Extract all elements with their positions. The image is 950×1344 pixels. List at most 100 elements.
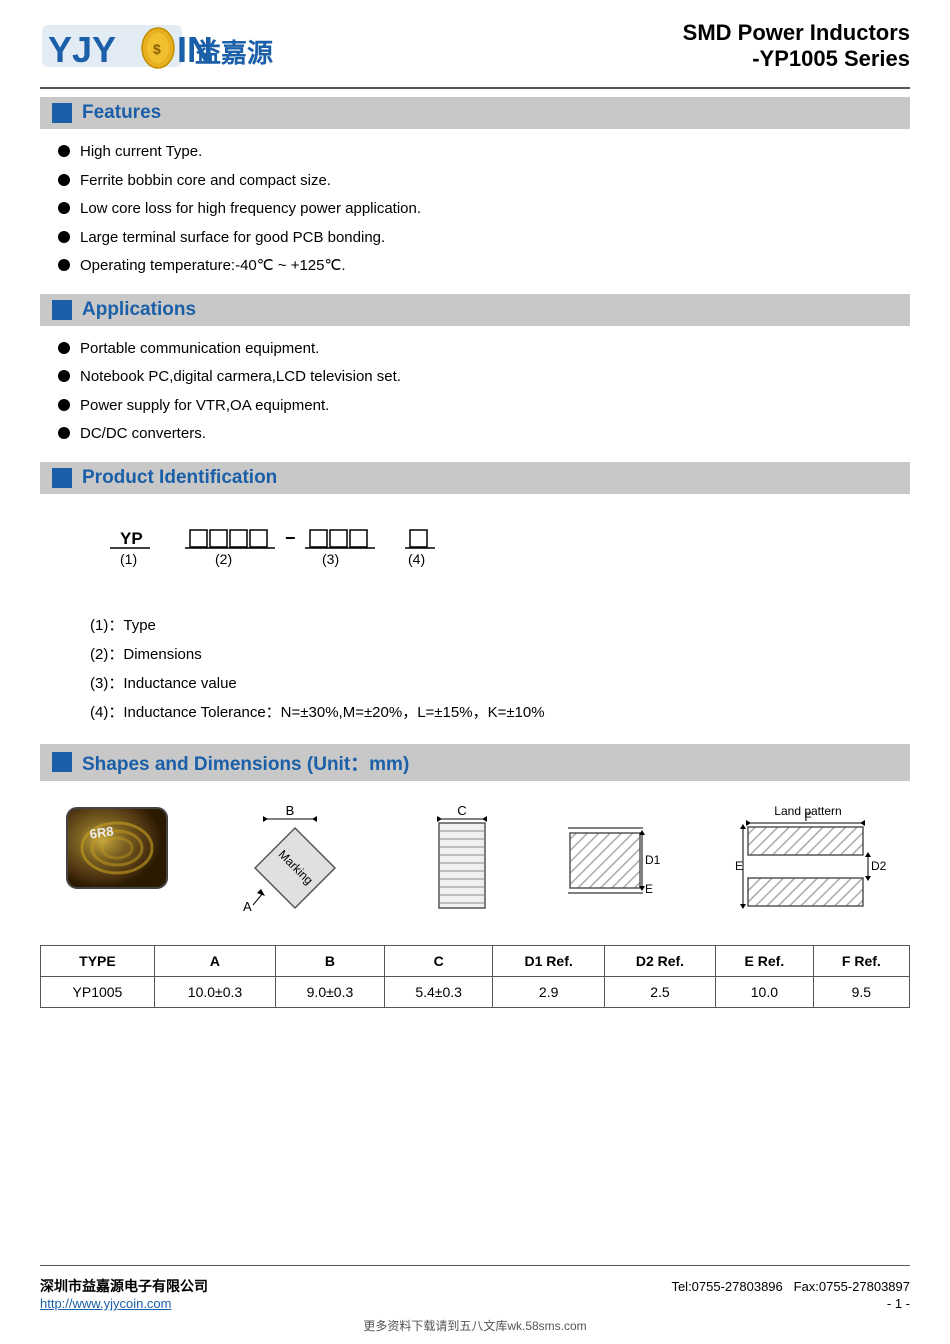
bullet-dot <box>58 427 70 439</box>
applications-title: Applications <box>82 299 196 321</box>
diagrams-row: 6R8 B Marking A <box>40 803 910 927</box>
website-link[interactable]: http://www.yjycoin.com <box>40 1296 208 1311</box>
list-item: Notebook PC,digital carmera,LCD televisi… <box>58 366 910 389</box>
shapes-section-bar: Shapes and Dimensions (Unit：mm) <box>40 744 910 781</box>
feature-item-3: Low core loss for high frequency power a… <box>80 198 421 221</box>
app-item-2: Notebook PC,digital carmera,LCD televisi… <box>80 366 401 389</box>
bullet-dot <box>58 399 70 411</box>
feature-item-1: High current Type. <box>80 141 202 164</box>
company-name: 深圳市益嘉源电子有限公司 <box>40 1276 208 1296</box>
footer-tel: Tel:0755-27803896 <box>671 1279 782 1294</box>
d1-svg: D1 E <box>560 803 680 923</box>
header: YJY $ IN 益嘉源 SMD Power Inductors -YP1005… <box>40 20 910 75</box>
svg-text:(1): (1) <box>120 551 137 567</box>
svg-text:E: E <box>735 859 743 873</box>
svg-text:F: F <box>804 810 811 824</box>
app-item-4: DC/DC converters. <box>80 423 206 446</box>
d1-side-diagram: D1 E <box>560 803 680 927</box>
applications-icon <box>52 300 72 320</box>
product-id-svg: YP (1) (2) − (3) (4) <box>90 522 590 592</box>
inductor-diagram: 6R8 <box>62 803 172 893</box>
list-item: Low core loss for high frequency power a… <box>58 198 910 221</box>
svg-text:−: − <box>285 528 296 548</box>
page: YJY $ IN 益嘉源 SMD Power Inductors -YP1005… <box>0 0 950 1344</box>
note-4: (4)：Inductance Tolerance：N=±30%,M=±20%，L… <box>90 701 910 722</box>
land-pattern-diagram: Land pattern F E D2 <box>733 803 888 927</box>
app-item-3: Power supply for VTR,OA equipment. <box>80 395 329 418</box>
product-id-diagram: YP (1) (2) − (3) (4) <box>90 522 910 596</box>
app-item-1: Portable communication equipment. <box>80 338 319 361</box>
shapes-icon <box>52 752 72 772</box>
watermark: 更多资料下载请到五八文库wk.58sms.com <box>40 1317 910 1334</box>
dimensions-table: TYPE A B C D1 Ref. D2 Ref. E Ref. F Ref.… <box>40 945 910 1008</box>
bullet-dot <box>58 259 70 271</box>
list-item: Ferrite bobbin core and compact size. <box>58 170 910 193</box>
bullet-dot <box>58 370 70 382</box>
logo-icon: YJY $ IN 益嘉源 <box>40 20 240 75</box>
col-d2: D2 Ref. <box>604 945 715 976</box>
list-item: High current Type. <box>58 141 910 164</box>
col-c: C <box>384 945 493 976</box>
svg-text:益嘉源: 益嘉源 <box>195 38 273 68</box>
page-number: - 1 - <box>671 1296 910 1311</box>
svg-text:YJY: YJY <box>48 29 116 70</box>
footer-right: Tel:0755-27803896 Fax:0755-27803897 - 1 … <box>671 1279 910 1311</box>
note-1: (1)：Type <box>90 614 910 635</box>
svg-text:A: A <box>243 899 252 914</box>
svg-text:E: E <box>645 882 653 896</box>
col-b: B <box>276 945 385 976</box>
diamond-svg: B Marking A <box>225 803 365 923</box>
col-d1: D1 Ref. <box>493 945 604 976</box>
col-f: F Ref. <box>813 945 909 976</box>
features-list: High current Type. Ferrite bobbin core a… <box>58 141 910 284</box>
svg-text:YP: YP <box>120 529 143 548</box>
svg-text:$: $ <box>153 41 161 57</box>
product-id-icon <box>52 468 72 488</box>
cell-a: 10.0±0.3 <box>154 976 275 1007</box>
logo-area: YJY $ IN 益嘉源 <box>40 20 240 75</box>
product-id-title: Product Identification <box>82 467 277 489</box>
list-item: Operating temperature:-40℃ ~ +125℃. <box>58 255 910 278</box>
cell-e: 10.0 <box>716 976 814 1007</box>
title-line1: SMD Power Inductors <box>683 20 910 46</box>
bullet-dot <box>58 174 70 186</box>
col-a: A <box>154 945 275 976</box>
footer-left: 深圳市益嘉源电子有限公司 http://www.yjycoin.com <box>40 1276 208 1311</box>
feature-item-2: Ferrite bobbin core and compact size. <box>80 170 331 193</box>
svg-text:C: C <box>458 803 467 818</box>
features-section-bar: Features <box>40 97 910 129</box>
footer: 深圳市益嘉源电子有限公司 http://www.yjycoin.com Tel:… <box>40 1265 910 1311</box>
cell-c: 5.4±0.3 <box>384 976 493 1007</box>
svg-text:(3): (3) <box>322 551 339 567</box>
col-e: E Ref. <box>716 945 814 976</box>
footer-area: 深圳市益嘉源电子有限公司 http://www.yjycoin.com Tel:… <box>40 1249 910 1334</box>
bullet-dot <box>58 145 70 157</box>
title-area: SMD Power Inductors -YP1005 Series <box>683 20 910 72</box>
list-item: Large terminal surface for good PCB bond… <box>58 227 910 250</box>
land-svg: Land pattern F E D2 <box>733 803 888 923</box>
note-2: (2)：Dimensions <box>90 643 910 664</box>
bullet-dot <box>58 202 70 214</box>
coil-svg: C <box>417 803 507 923</box>
bullet-dot <box>58 231 70 243</box>
svg-text:B: B <box>286 803 295 818</box>
product-id-notes: (1)：Type (2)：Dimensions (3)：Inductance v… <box>90 614 910 730</box>
applications-section-bar: Applications <box>40 294 910 326</box>
features-icon <box>52 103 72 123</box>
list-item: Power supply for VTR,OA equipment. <box>58 395 910 418</box>
list-item: DC/DC converters. <box>58 423 910 446</box>
bullet-dot <box>58 342 70 354</box>
applications-list: Portable communication equipment. Notebo… <box>58 338 910 452</box>
coil-side-diagram: C <box>417 803 507 927</box>
note-3: (3)：Inductance value <box>90 672 910 693</box>
header-divider <box>40 87 910 89</box>
product-id-section-bar: Product Identification <box>40 462 910 494</box>
cell-f: 9.5 <box>813 976 909 1007</box>
cell-b: 9.0±0.3 <box>276 976 385 1007</box>
svg-text:D2: D2 <box>871 859 887 873</box>
feature-item-5: Operating temperature:-40℃ ~ +125℃. <box>80 255 346 278</box>
cell-d1: 2.9 <box>493 976 604 1007</box>
svg-text:(2): (2) <box>215 551 232 567</box>
table-row: YP1005 10.0±0.3 9.0±0.3 5.4±0.3 2.9 2.5 … <box>41 976 910 1007</box>
cell-type: YP1005 <box>41 976 155 1007</box>
